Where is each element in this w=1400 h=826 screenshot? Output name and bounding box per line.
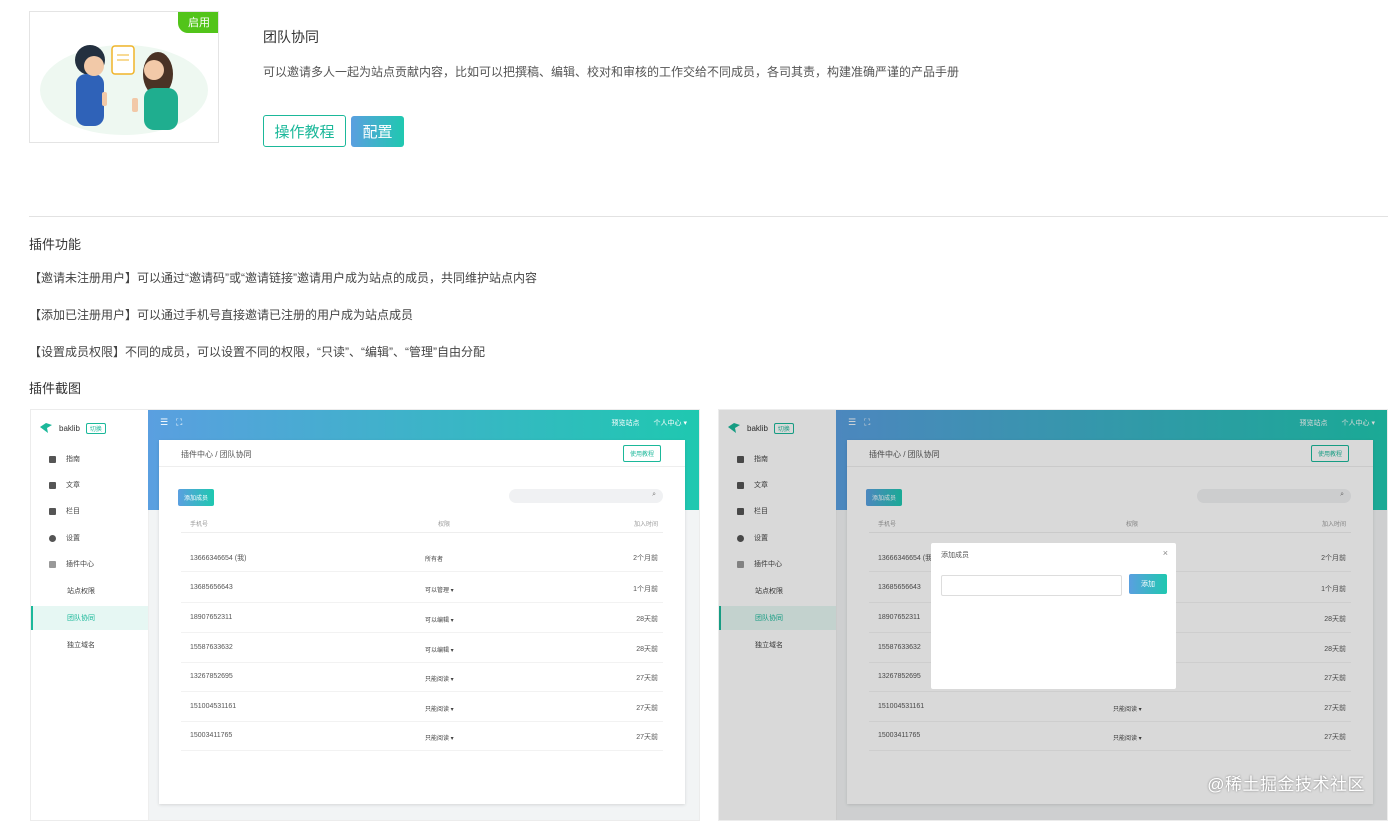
plugin-title: 团队协同 (263, 29, 319, 45)
app-logo: baklib 切换 (39, 422, 106, 434)
member-permission[interactable]: 只能阅读 ▾ (425, 733, 454, 742)
screenshots-heading: 插件截图 (29, 381, 82, 396)
nav-plugins[interactable]: 插件中心 (31, 552, 148, 576)
guide-icon (49, 455, 56, 463)
switch-tag[interactable]: 切换 (85, 422, 106, 434)
row-divider (181, 691, 663, 692)
search-input[interactable]: ⌕ (509, 489, 663, 503)
member-phone: 15003411765 (190, 732, 233, 739)
apps-icon (49, 560, 56, 568)
logo-text: baklib (59, 423, 80, 433)
add-member-modal: 添加成员 × 添加 (931, 543, 1176, 689)
preview-site-link[interactable]: 预览站点 (612, 418, 640, 428)
use-tutorial-button[interactable]: 使用教程 (622, 445, 661, 462)
member-card: 插件中心 / 团队协同 使用教程 添加成员 ⌕ 手机号 权限 加入时间 1366… (159, 440, 685, 804)
row-divider (181, 721, 663, 722)
col-phone: 手机号 (190, 522, 209, 528)
watermark: @稀土掘金技术社区 (1207, 775, 1365, 794)
nav-custom-domain[interactable]: 独立域名 (31, 633, 148, 657)
col-permission: 权限 (438, 522, 451, 528)
member-permission[interactable]: 只能阅读 ▾ (425, 674, 454, 683)
plugin-description: 可以邀请多人一起为站点贡献内容，比如可以把撰稿、编辑、校对和审核的工作交给不同成… (263, 65, 960, 79)
fullscreen-icon[interactable]: ⛶ (176, 417, 182, 428)
row-divider (181, 662, 663, 663)
member-phone: 15587633632 (190, 644, 233, 651)
divider (29, 216, 1388, 217)
member-joined: 27天前 (636, 705, 658, 712)
plugin-thumbnail: 启用 (29, 11, 219, 143)
divider (159, 466, 685, 467)
user-center-menu[interactable]: 个人中心 ▾ (654, 418, 687, 428)
member-permission[interactable]: 可以编辑 ▾ (425, 615, 454, 624)
member-joined: 1个月前 (633, 586, 658, 593)
search-icon: ⌕ (652, 491, 656, 498)
nav-guide[interactable]: 指南 (31, 447, 148, 471)
feature-item: 【设置成员权限】不同的成员，可以设置不同的权限，“只读”、“编辑”、“管理”自由… (29, 345, 485, 359)
member-phone: 18907652311 (190, 614, 233, 621)
tutorial-button[interactable]: 操作教程 (263, 115, 346, 147)
member-joined: 2个月前 (633, 555, 658, 562)
nav-columns[interactable]: 栏目 (31, 499, 148, 523)
add-member-button[interactable]: 添加成员 (178, 489, 215, 506)
member-permission: 所有者 (425, 557, 444, 563)
member-phone: 13685656643 (190, 584, 233, 591)
phone-input[interactable] (941, 575, 1122, 596)
screenshot-add-member-modal[interactable]: baklib 切换 指南 文章 栏目 设置 插件中心 站点权限 团队协同 独立域… (718, 409, 1388, 821)
member-joined: 27天前 (636, 734, 658, 741)
row-divider (181, 632, 663, 633)
member-permission[interactable]: 只能阅读 ▾ (425, 704, 454, 713)
modal-title: 添加成员 (941, 552, 969, 559)
config-button[interactable]: 配置 (351, 116, 404, 147)
topbar-links: 预览站点 个人中心 ▾ (612, 418, 687, 428)
feature-item: 【邀请未注册用户】可以通过“邀请码”或“邀请链接”邀请用户成为站点的成员，共同维… (29, 271, 537, 285)
close-icon[interactable]: × (1163, 548, 1168, 558)
member-phone: 151004531161 (190, 703, 237, 710)
member-joined: 27天前 (636, 675, 658, 682)
screenshot-member-list[interactable]: baklib 切换 指南 文章 栏目 设置 插件中心 站点权限 团队协同 独立域… (30, 409, 700, 821)
app-sidebar: baklib 切换 指南 文章 栏目 设置 插件中心 站点权限 团队协同 独立域… (31, 410, 149, 820)
member-joined: 28天前 (636, 646, 658, 653)
col-joined: 加入时间 (633, 522, 658, 528)
nav-articles[interactable]: 文章 (31, 473, 148, 497)
nav-settings[interactable]: 设置 (31, 526, 148, 550)
nav-site-permissions[interactable]: 站点权限 (31, 579, 148, 603)
divider (181, 532, 663, 533)
member-joined: 28天前 (636, 616, 658, 623)
status-badge: 启用 (178, 12, 218, 33)
grid-icon (49, 507, 56, 515)
feature-item: 【添加已注册用户】可以通过手机号直接邀请已注册的用户成为站点成员 (29, 308, 414, 322)
nav-team-collab[interactable]: 团队协同 (31, 606, 148, 630)
features-heading: 插件功能 (29, 237, 82, 252)
bird-logo-icon (40, 423, 52, 433)
menu-icon[interactable]: ☰ (160, 417, 168, 428)
row-divider (181, 750, 663, 751)
member-phone: 13666346654 (我) (190, 555, 247, 562)
gear-icon (49, 534, 56, 542)
breadcrumb: 插件中心 / 团队协同 (181, 450, 252, 459)
row-divider (181, 571, 663, 572)
member-phone: 13267852695 (190, 673, 233, 680)
member-permission[interactable]: 可以编辑 ▾ (425, 645, 454, 654)
row-divider (181, 602, 663, 603)
modal-add-button[interactable]: 添加 (1129, 574, 1167, 594)
member-permission[interactable]: 可以管理 ▾ (425, 585, 454, 594)
article-icon (49, 481, 56, 489)
